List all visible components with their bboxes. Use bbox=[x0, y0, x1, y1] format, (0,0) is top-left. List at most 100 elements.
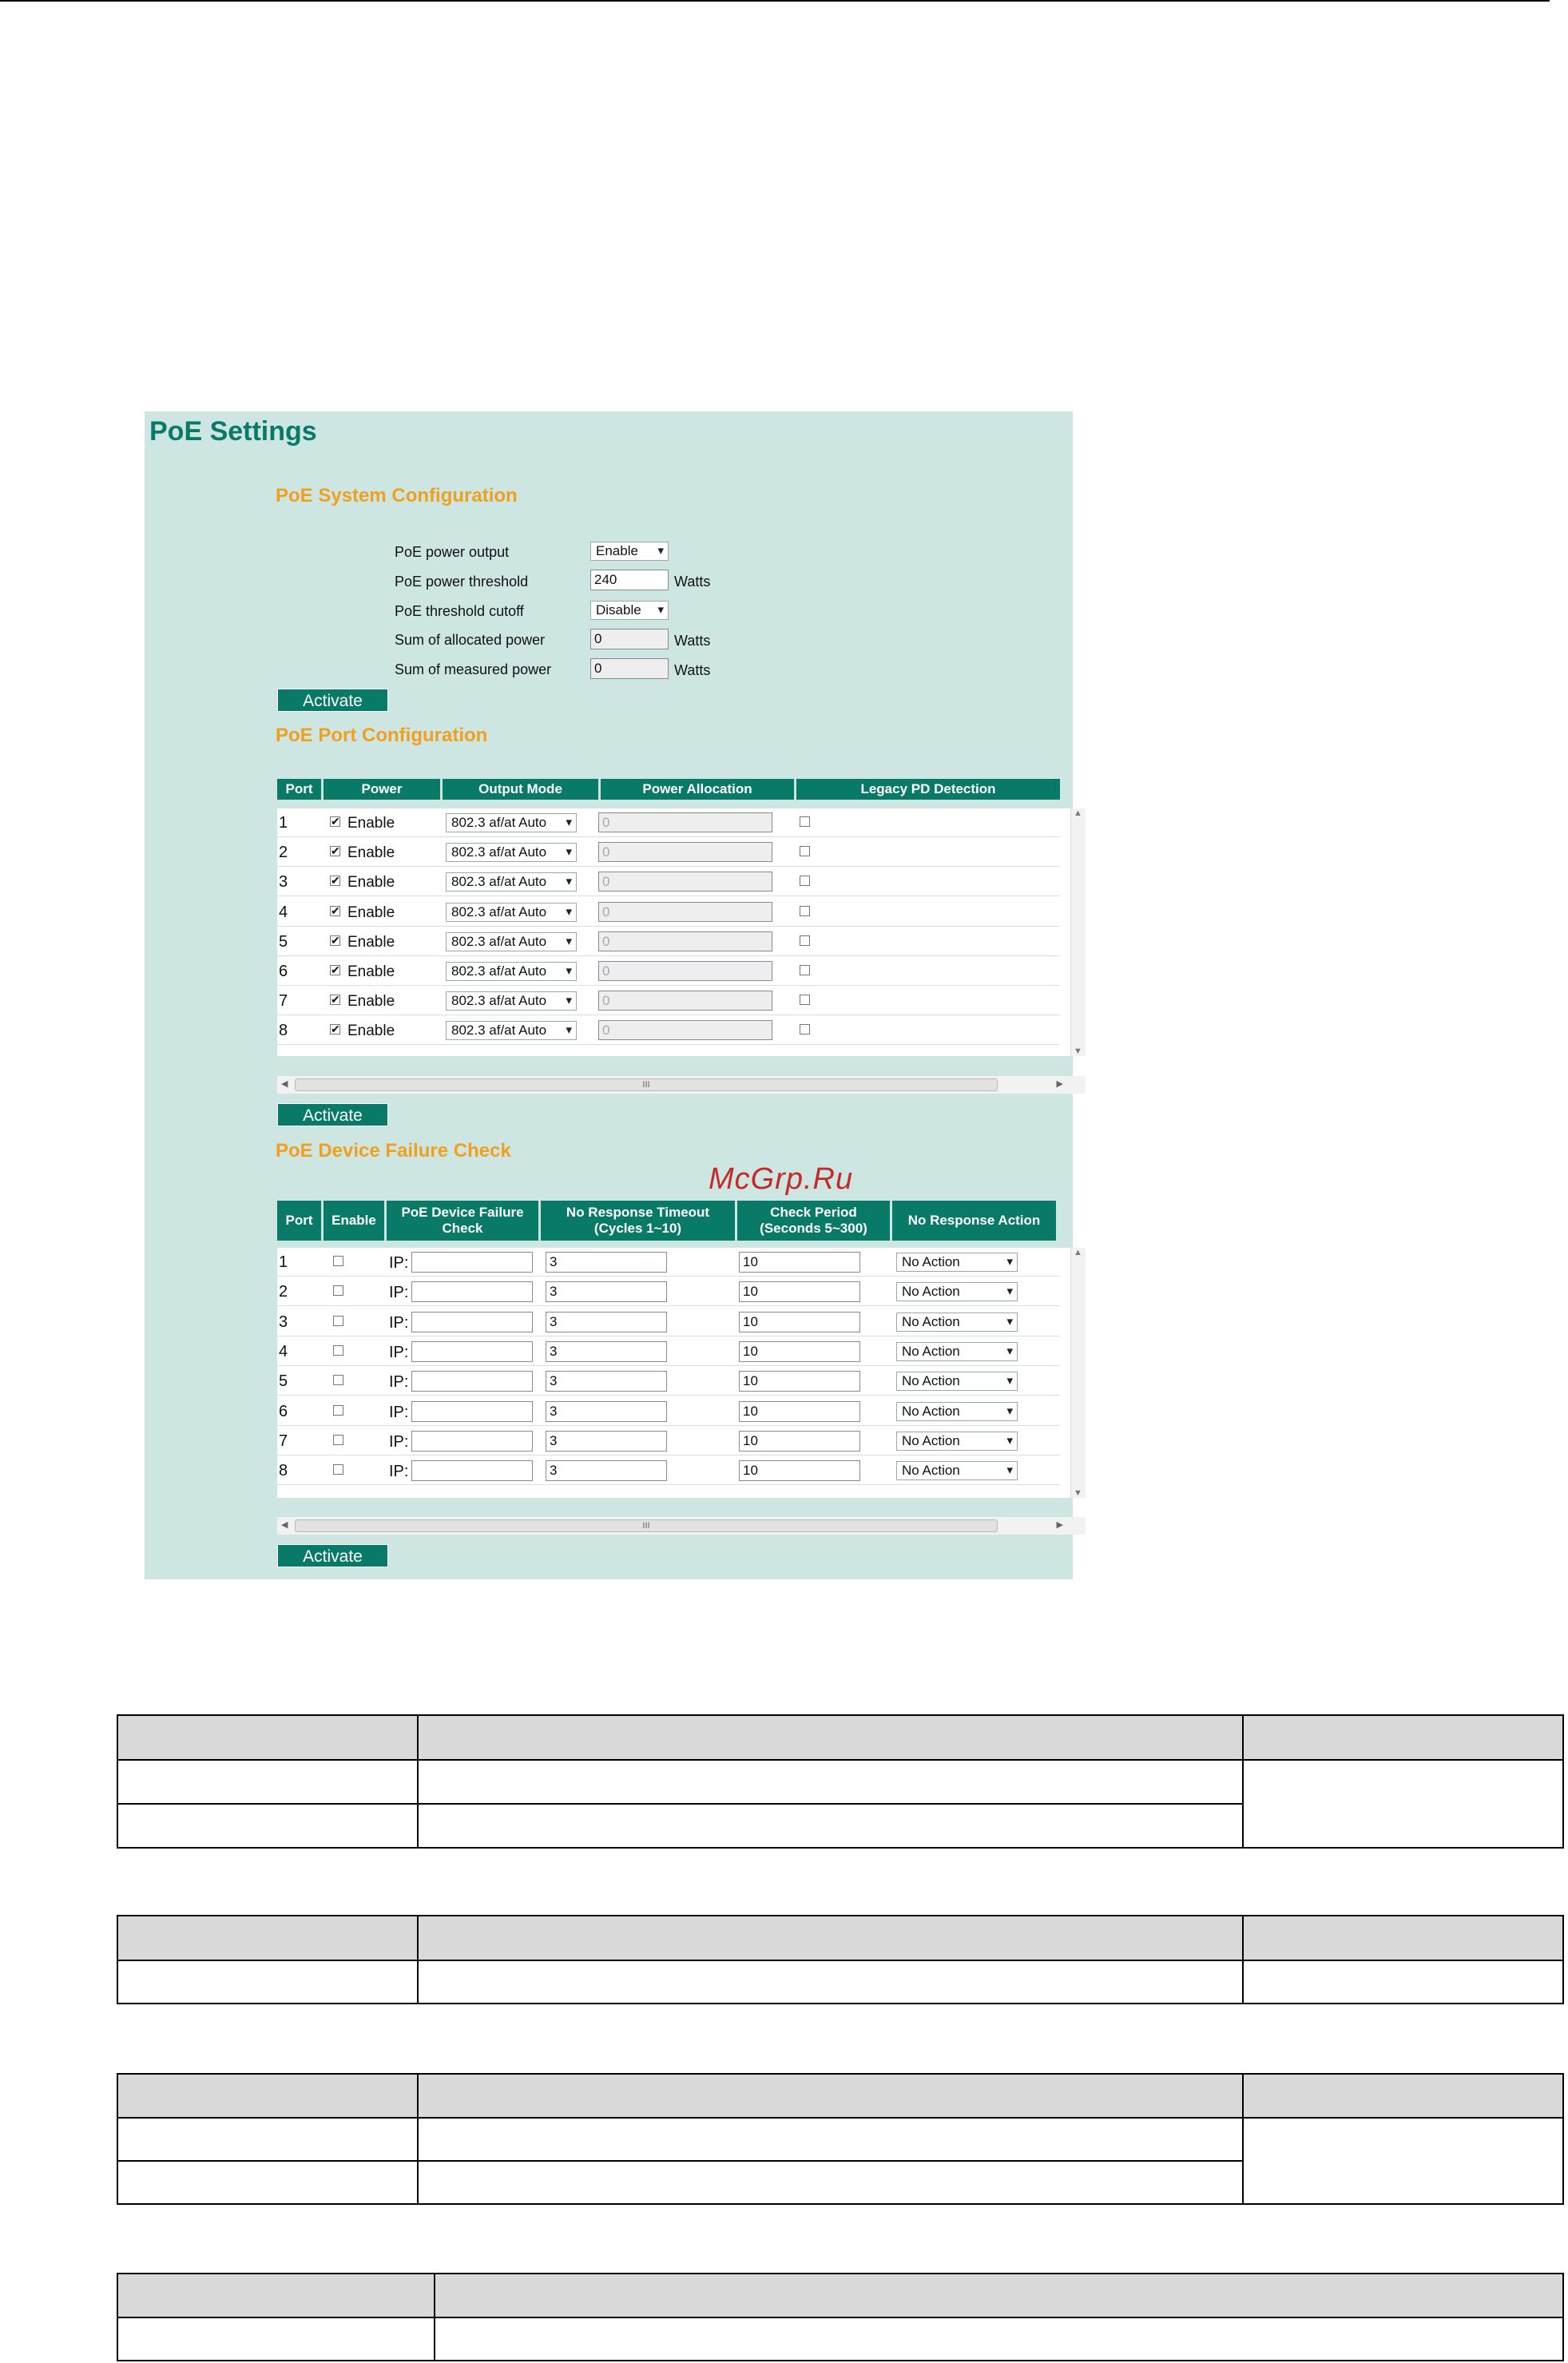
timeout-input[interactable]: 3 bbox=[546, 1400, 667, 1422]
power-enable-checkbox[interactable]: ✔ bbox=[330, 1023, 340, 1035]
port-number: 3 bbox=[279, 1313, 288, 1331]
ip-address-input[interactable] bbox=[411, 1430, 533, 1452]
doc-cell bbox=[416, 1960, 1244, 2004]
output-mode-select[interactable]: 802.3 af/at Auto bbox=[446, 813, 577, 832]
power-enable-checkbox[interactable]: ✔ bbox=[330, 816, 340, 827]
scroll-left-icon[interactable]: ◀ bbox=[281, 1519, 288, 1530]
scroll-thumb[interactable]: III bbox=[295, 1078, 998, 1091]
check-period-input[interactable]: 10 bbox=[739, 1311, 860, 1332]
ip-address-input[interactable] bbox=[411, 1340, 533, 1362]
failure-check-enable-checkbox[interactable] bbox=[333, 1404, 343, 1416]
legacy-pd-checkbox[interactable] bbox=[800, 905, 810, 916]
timeout-input[interactable]: 3 bbox=[546, 1311, 667, 1332]
output-mode-select[interactable]: 802.3 af/at Auto bbox=[446, 1021, 577, 1041]
ip-address-input[interactable] bbox=[411, 1371, 533, 1392]
power-enable-checkbox[interactable]: ✔ bbox=[330, 964, 340, 975]
failure-check-enable-checkbox[interactable] bbox=[333, 1256, 343, 1266]
port-activate-button[interactable]: Activate bbox=[277, 1103, 388, 1126]
fc-table-hscroll[interactable]: ◀ III ▶ bbox=[277, 1517, 1086, 1535]
port-table-vscroll[interactable]: ▲ ▼ bbox=[1070, 808, 1086, 1056]
ip-address-input[interactable] bbox=[411, 1252, 533, 1273]
legacy-pd-checkbox[interactable] bbox=[800, 876, 810, 887]
ip-address-input[interactable] bbox=[411, 1460, 533, 1482]
check-period-input[interactable]: 10 bbox=[739, 1281, 860, 1303]
power-enable-checkbox[interactable]: ✔ bbox=[330, 935, 340, 946]
power-output-select[interactable]: Enable bbox=[590, 542, 669, 561]
check-period-input[interactable]: 10 bbox=[739, 1430, 860, 1452]
ip-prefix: IP: bbox=[389, 1463, 409, 1481]
legacy-pd-checkbox[interactable] bbox=[800, 1024, 810, 1035]
check-period-input[interactable]: 10 bbox=[739, 1252, 860, 1273]
timeout-input[interactable]: 3 bbox=[546, 1371, 667, 1392]
timeout-input[interactable]: 3 bbox=[546, 1430, 667, 1452]
fc-table-vscroll[interactable]: ▲ ▼ bbox=[1070, 1248, 1086, 1498]
legacy-pd-checkbox[interactable] bbox=[800, 846, 810, 857]
doc-cell bbox=[433, 2273, 1565, 2318]
ip-address-input[interactable] bbox=[411, 1311, 533, 1332]
power-threshold-input[interactable]: 240 bbox=[590, 570, 669, 590]
timeout-input[interactable]: 3 bbox=[546, 1252, 667, 1273]
legacy-pd-checkbox[interactable] bbox=[800, 816, 810, 827]
doc-cell bbox=[117, 1714, 419, 1761]
ip-address-input[interactable] bbox=[411, 1400, 533, 1422]
output-mode-select[interactable]: 802.3 af/at Auto bbox=[446, 902, 577, 922]
failure-check-enable-checkbox[interactable] bbox=[333, 1285, 343, 1297]
timeout-input[interactable]: 3 bbox=[546, 1281, 667, 1303]
port-table-hscroll[interactable]: ◀ III ▶ bbox=[277, 1076, 1086, 1094]
legacy-pd-checkbox[interactable] bbox=[800, 995, 810, 1006]
threshold-cutoff-select[interactable]: Disable bbox=[590, 601, 669, 620]
col-fc-timeout: No Response Timeout (Cycles 1~10) bbox=[541, 1201, 735, 1241]
power-enable-checkbox[interactable]: ✔ bbox=[330, 845, 340, 857]
measured-power-input: 0 bbox=[590, 658, 669, 679]
scroll-thumb[interactable]: III bbox=[295, 1519, 998, 1532]
check-period-input[interactable]: 10 bbox=[739, 1400, 860, 1422]
no-response-action-select[interactable]: No Action bbox=[896, 1372, 1018, 1392]
timeout-input[interactable]: 3 bbox=[546, 1460, 667, 1482]
scroll-up-icon[interactable]: ▲ bbox=[1074, 1248, 1082, 1257]
no-response-action-select[interactable]: No Action bbox=[896, 1461, 1018, 1481]
failure-check-enable-checkbox[interactable] bbox=[333, 1344, 343, 1356]
power-enable-checkbox[interactable]: ✔ bbox=[330, 875, 340, 887]
output-mode-select[interactable]: 802.3 af/at Auto bbox=[446, 843, 577, 863]
legacy-pd-checkbox[interactable] bbox=[800, 935, 810, 946]
failure-check-enable-checkbox[interactable] bbox=[333, 1434, 343, 1445]
scroll-down-icon[interactable]: ▼ bbox=[1074, 1488, 1082, 1498]
no-response-action-select[interactable]: No Action bbox=[896, 1431, 1018, 1451]
col-port: Port bbox=[277, 779, 321, 800]
check-period-input[interactable]: 10 bbox=[739, 1340, 860, 1362]
output-mode-select[interactable]: 802.3 af/at Auto bbox=[446, 931, 577, 951]
ip-address-input[interactable] bbox=[411, 1281, 533, 1303]
output-mode-select[interactable]: 802.3 af/at Auto bbox=[446, 991, 577, 1011]
failure-check-enable-checkbox[interactable] bbox=[333, 1464, 343, 1475]
no-response-action-select[interactable]: No Action bbox=[896, 1282, 1018, 1302]
failure-check-activate-button[interactable]: Activate bbox=[277, 1544, 388, 1567]
port-number: 1 bbox=[279, 814, 288, 832]
scroll-down-icon[interactable]: ▼ bbox=[1074, 1046, 1082, 1056]
check-period-input[interactable]: 10 bbox=[739, 1460, 860, 1482]
port-number: 6 bbox=[279, 1402, 288, 1420]
no-response-action-select[interactable]: No Action bbox=[896, 1312, 1018, 1332]
power-enable-checkbox[interactable]: ✔ bbox=[330, 994, 340, 1006]
timeout-input[interactable]: 3 bbox=[546, 1340, 667, 1362]
failure-check-enable-checkbox[interactable] bbox=[333, 1315, 343, 1326]
failure-check-enable-checkbox[interactable] bbox=[333, 1375, 343, 1386]
scroll-right-icon[interactable]: ▶ bbox=[1057, 1078, 1063, 1089]
check-period-input[interactable]: 10 bbox=[739, 1371, 860, 1392]
legacy-pd-checkbox[interactable] bbox=[800, 965, 810, 975]
power-enable-checkbox[interactable]: ✔ bbox=[330, 905, 340, 916]
doc-table-2 bbox=[117, 1915, 1564, 2004]
no-response-action-select[interactable]: No Action bbox=[896, 1341, 1018, 1361]
output-mode-select[interactable]: 802.3 af/at Auto bbox=[446, 962, 577, 981]
doc-cell bbox=[1242, 1915, 1564, 1961]
no-response-action-select[interactable]: No Action bbox=[896, 1253, 1018, 1272]
scroll-right-icon[interactable]: ▶ bbox=[1057, 1519, 1063, 1530]
scroll-up-icon[interactable]: ▲ bbox=[1074, 808, 1082, 818]
output-mode-select[interactable]: 802.3 af/at Auto bbox=[446, 872, 577, 892]
table-row: 1 ✔ Enable 802.3 af/at Auto 0 bbox=[277, 808, 1060, 837]
scroll-left-icon[interactable]: ◀ bbox=[281, 1078, 288, 1089]
ip-prefix: IP: bbox=[389, 1403, 409, 1421]
ip-prefix: IP: bbox=[389, 1432, 409, 1451]
no-response-action-select[interactable]: No Action bbox=[896, 1401, 1018, 1421]
system-activate-button[interactable]: Activate bbox=[277, 689, 388, 712]
port-number: 2 bbox=[279, 844, 288, 862]
